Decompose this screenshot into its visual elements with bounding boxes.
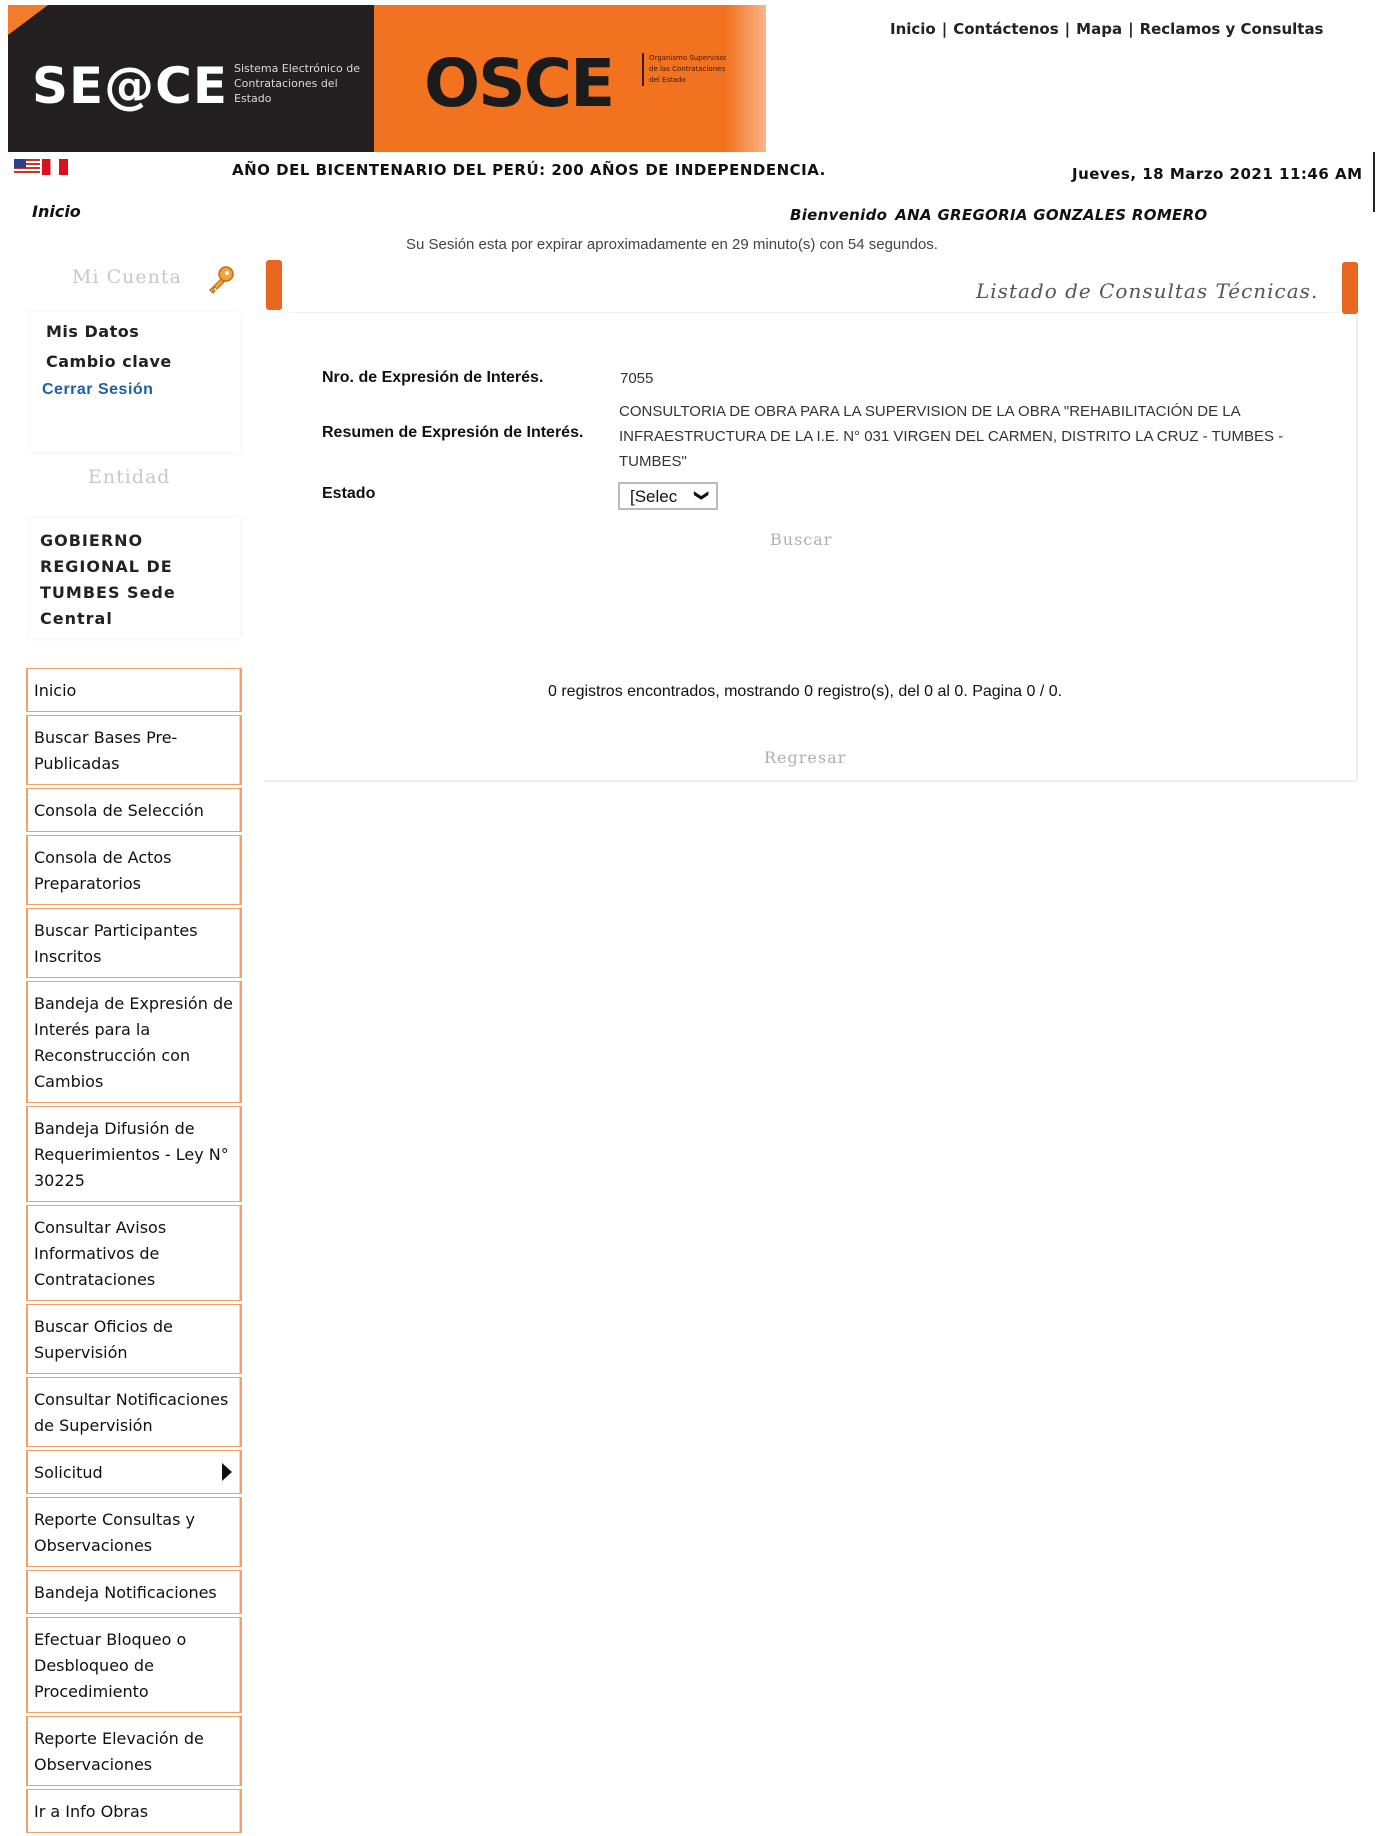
welcome-label: Bienvenido xyxy=(790,206,888,224)
logout-link[interactable]: Cerrar Sesión xyxy=(42,381,153,399)
nro-expresion-label: Nro. de Expresión de Interés. xyxy=(322,369,544,386)
osce-logo-block[interactable]: OSCE Organismo Supervisor de las Contrat… xyxy=(374,5,766,152)
us-flag-icon[interactable] xyxy=(14,158,40,175)
results-summary: 0 registros encontrados, mostrando 0 reg… xyxy=(548,683,1063,700)
divider xyxy=(1373,152,1375,212)
menu-item-buscar-oficios[interactable]: Buscar Oficios de Supervisión xyxy=(26,1304,242,1374)
nro-expresion-value: 7055 xyxy=(620,370,654,387)
menu-item-consola-seleccion[interactable]: Consola de Selección xyxy=(26,788,242,832)
estado-selected-value: [Selec xyxy=(630,487,678,506)
banner-fade xyxy=(726,5,766,152)
top-link-reclamos[interactable]: Reclamos y Consultas xyxy=(1140,20,1324,38)
menu-item-label: Solicitud xyxy=(34,1463,103,1482)
main-panel xyxy=(264,262,1358,782)
language-flags xyxy=(14,156,70,175)
menu-item-solicitud[interactable]: Solicitud xyxy=(26,1450,242,1494)
entity-section-title: Entidad xyxy=(88,466,171,488)
menu-item-consultar-notificaciones[interactable]: Consultar Notificaciones de Supervisión xyxy=(26,1377,242,1447)
submenu-arrow-icon xyxy=(222,1463,232,1481)
welcome-message: Bienvenido ANA GREGORIA GONZALES ROMERO xyxy=(790,206,1208,224)
top-link-mapa[interactable]: Mapa xyxy=(1076,20,1122,38)
menu-item-bandeja-notificaciones[interactable]: Bandeja Notificaciones xyxy=(26,1570,242,1614)
top-nav: Inicio | Contáctenos | Mapa | Reclamos y Consu… xyxy=(890,20,1324,38)
sidebar-menu: Inicio Buscar Bases Pre-Publicadas Conso… xyxy=(26,668,242,1836)
estado-label: Estado xyxy=(322,485,376,502)
header-banner: SE@CE Sistema Electrónico de Contratacio… xyxy=(8,5,766,152)
page-title: Listado de Consultas Técnicas. xyxy=(976,279,1319,303)
top-link-inicio[interactable]: Inicio xyxy=(890,20,936,38)
mis-datos-link[interactable]: Mis Datos xyxy=(46,322,139,341)
menu-item-reporte-elevacion[interactable]: Reporte Elevación de Observaciones xyxy=(26,1716,242,1786)
estado-select[interactable]: [Selec ❯ xyxy=(618,482,718,510)
separator: | xyxy=(1064,20,1071,38)
menu-item-consola-actos[interactable]: Consola de Actos Preparatorios xyxy=(26,835,242,905)
menu-item-consultar-avisos[interactable]: Consultar Avisos Informativos de Contrat… xyxy=(26,1205,242,1301)
chevron-down-icon: ❯ xyxy=(694,489,711,502)
menu-item-reporte-consultas[interactable]: Reporte Consultas y Observaciones xyxy=(26,1497,242,1567)
seace-subtitle: Sistema Electrónico de Contrataciones de… xyxy=(234,62,361,105)
separator: | xyxy=(941,20,948,38)
menu-item-buscar-participantes[interactable]: Buscar Participantes Inscritos xyxy=(26,908,242,978)
separator: | xyxy=(1128,20,1134,38)
regresar-button[interactable]: Regresar xyxy=(764,748,846,767)
corner-decoration xyxy=(8,5,48,35)
menu-item-efectuar-bloqueo[interactable]: Efectuar Bloqueo o Desbloqueo de Procedi… xyxy=(26,1617,242,1713)
entity-box: GOBIERNO REGIONAL DE TUMBES Sede Central xyxy=(30,518,240,638)
osce-logo: OSCE xyxy=(424,45,615,122)
current-datetime: Jueves, 18 Marzo 2021 11:46 AM xyxy=(1072,165,1363,183)
divider xyxy=(290,312,1340,313)
account-menu: Mis Datos Cambio clave Cerrar Sesión xyxy=(30,312,240,452)
top-link-contactenos[interactable]: Contáctenos xyxy=(953,20,1058,38)
seace-logo-block[interactable]: SE@CE Sistema Electrónico de Contratacio… xyxy=(8,5,374,152)
cambio-clave-link[interactable]: Cambio clave xyxy=(46,352,172,371)
account-section-title: Mi Cuenta xyxy=(72,266,182,288)
key-icon xyxy=(209,266,234,294)
buscar-button[interactable]: Buscar xyxy=(770,530,832,549)
user-name: ANA GREGORIA GONZALES ROMERO xyxy=(895,206,1208,224)
panel-accent-left xyxy=(266,260,282,310)
session-notice: Su Sesión esta por expirar aproximadamen… xyxy=(406,236,938,253)
menu-item-bandeja-difusion[interactable]: Bandeja Difusión de Requerimientos - Ley… xyxy=(26,1106,242,1202)
peru-flag-icon[interactable] xyxy=(42,158,68,175)
menu-item-info-obras[interactable]: Ir a Info Obras xyxy=(26,1789,242,1833)
resumen-value: CONSULTORIA DE OBRA PARA LA SUPERVISION … xyxy=(619,403,1284,470)
panel-accent-right xyxy=(1342,262,1358,314)
seace-logo: SE@CE xyxy=(32,57,229,115)
year-title: AÑO DEL BICENTENARIO DEL PERÚ: 200 AÑOS … xyxy=(232,161,826,179)
menu-item-buscar-bases[interactable]: Buscar Bases Pre-Publicadas xyxy=(26,715,242,785)
entity-name: GOBIERNO REGIONAL DE TUMBES Sede Central xyxy=(40,531,176,628)
menu-item-bandeja-expresion[interactable]: Bandeja de Expresión de Interés para la … xyxy=(26,981,242,1103)
menu-item-inicio[interactable]: Inicio xyxy=(26,668,242,712)
osce-subtitle: Organismo Supervisor de las Contratacion… xyxy=(642,53,729,86)
breadcrumb: Inicio xyxy=(32,202,81,221)
resumen-label: Resumen de Expresión de Interés. xyxy=(322,424,584,441)
